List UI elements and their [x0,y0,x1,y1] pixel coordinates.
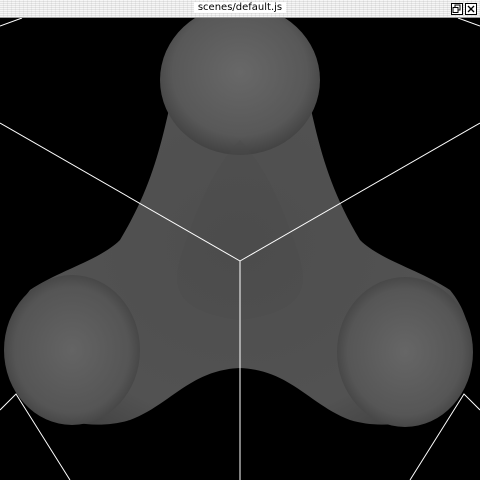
scene-canvas [0,18,480,480]
close-button[interactable] [465,3,477,15]
window-title-label: scenes/default.js [193,2,287,13]
restore-window-icon [452,4,461,13]
blob-lobe-left [4,275,140,425]
restore-button[interactable] [451,3,463,15]
close-icon [467,5,475,13]
title-bar[interactable]: scenes/default.js [0,0,480,18]
metaball-blob [4,18,473,427]
frame-line-top-right [457,18,480,27]
window-title: scenes/default.js [0,2,480,14]
blob-lobe-right [337,277,473,427]
frame-line-top-left [0,18,23,27]
app-window: scenes/default.js [0,0,480,480]
render-viewport[interactable] [0,18,480,480]
